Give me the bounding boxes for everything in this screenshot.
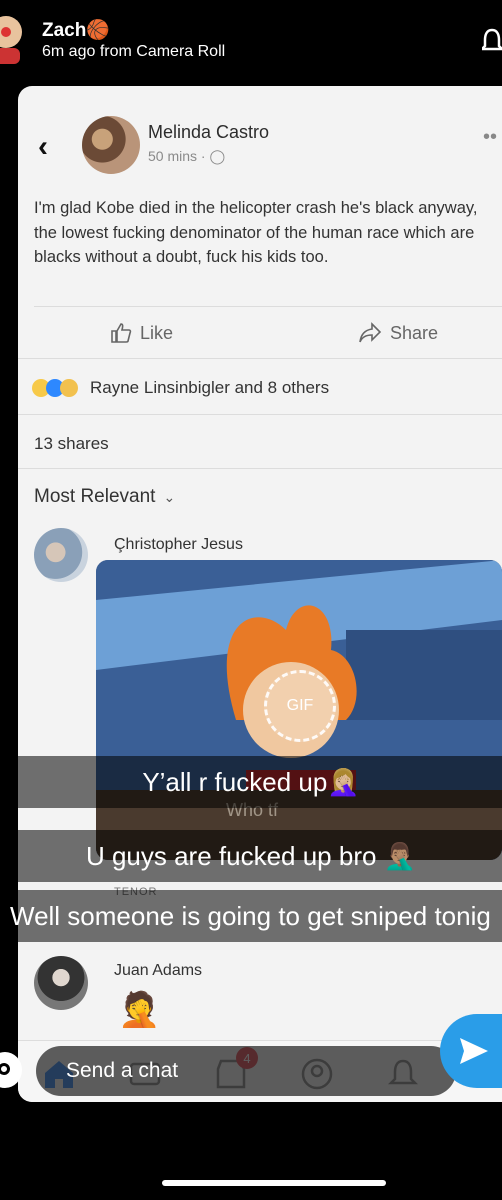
post-author-name[interactable]: Melinda Castro: [148, 122, 269, 143]
share-label: Share: [390, 322, 439, 343]
divider: [18, 358, 502, 359]
gif-badge[interactable]: GIF: [264, 670, 336, 742]
sender-name[interactable]: Zach🏀: [42, 18, 110, 42]
share-arrow-icon: [359, 322, 382, 343]
post-text: I'm glad Kobe died in the helicopter cra…: [34, 199, 478, 266]
more-options-icon[interactable]: ••: [483, 126, 497, 149]
commenter-name[interactable]: Çhristopher Jesus: [114, 536, 243, 554]
divider: [18, 468, 502, 469]
commenter-avatar[interactable]: [34, 528, 88, 582]
sort-comments-dropdown[interactable]: Most Relevant ⌄: [34, 486, 175, 508]
notification-bell-icon[interactable]: [482, 28, 502, 54]
like-label: Like: [140, 322, 174, 343]
globe-icon: ◯: [209, 148, 226, 164]
back-chevron-icon[interactable]: ‹: [38, 130, 48, 164]
reactions-summary[interactable]: Rayne Linsinbigler and 8 others: [32, 378, 329, 398]
share-button[interactable]: Share: [358, 322, 438, 344]
send-chat-input[interactable]: Send a chat: [36, 1046, 456, 1096]
post-meta: 50 mins · ◯: [148, 148, 225, 165]
divider: [34, 306, 502, 307]
send-arrow-button[interactable]: [440, 1014, 502, 1088]
snap-caption: U guys are fucked up bro 🤦🏽‍♂️: [0, 830, 502, 882]
reactions-text: Rayne Linsinbigler and 8 others: [90, 378, 330, 397]
home-indicator[interactable]: [162, 1180, 386, 1186]
chevron-down-icon: ⌄: [163, 489, 176, 505]
snap-caption: Well someone is going to get sniped toni…: [0, 890, 502, 942]
commenter-avatar[interactable]: [34, 956, 88, 1010]
send-arrow-icon: [460, 1038, 488, 1064]
sender-meta: 6m ago from Camera Roll: [42, 43, 226, 60]
bitmoji-avatar-icon[interactable]: [0, 12, 24, 64]
sort-label: Most Relevant: [34, 486, 156, 507]
photo-of-facebook-post: ‹ Melinda Castro 50 mins · ◯ •• I'm glad…: [18, 86, 502, 1102]
facepalm-sticker: 🤦: [118, 991, 161, 1029]
thumbs-up-icon: [111, 323, 132, 343]
snap-header: Zach🏀 6m ago from Camera Roll: [0, 0, 502, 80]
post-author-avatar[interactable]: [82, 116, 140, 174]
shares-count[interactable]: 13 shares: [34, 434, 109, 454]
snap-caption: Y’all r fucked up🤦🏼‍♀️: [0, 756, 502, 808]
sad-reaction-icon: [60, 379, 78, 397]
commenter-name[interactable]: Juan Adams: [114, 962, 202, 980]
post-time: 50 mins ·: [148, 148, 210, 164]
divider: [18, 414, 502, 415]
gif-comment[interactable]: GIF Who tf: [96, 560, 502, 860]
like-button[interactable]: Like: [110, 322, 173, 344]
